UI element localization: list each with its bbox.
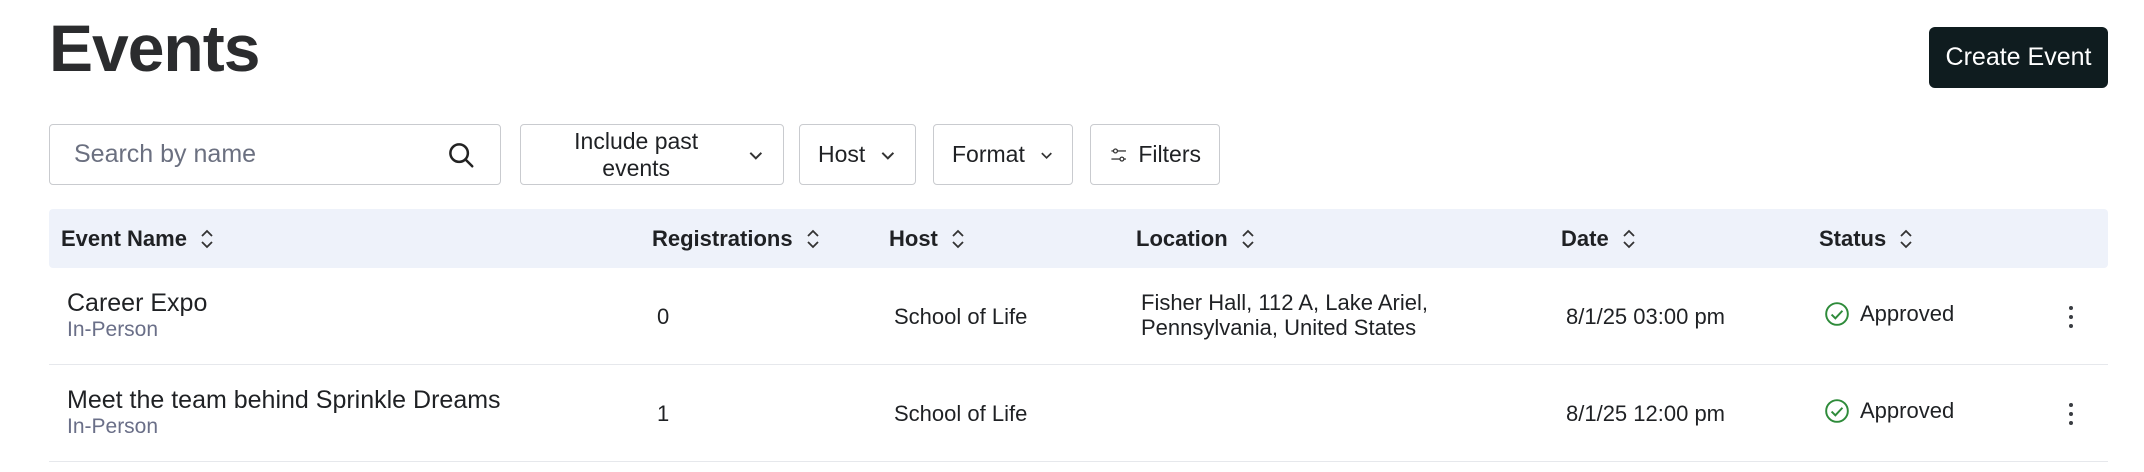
column-label: Registrations	[652, 225, 793, 251]
check-circle-icon	[1825, 399, 1849, 423]
sort-icon	[806, 229, 819, 248]
sort-icon	[201, 229, 213, 248]
location-line-2: Pennsylvania, United States	[1141, 315, 1417, 340]
event-format: In-Person	[67, 415, 159, 438]
column-header-status[interactable]: Status	[1819, 209, 1914, 268]
column-header-date[interactable]: Date	[1561, 209, 1637, 268]
table-row[interactable]: Career Expo In-Person 0 School of Life F…	[49, 268, 2108, 365]
more-actions-icon[interactable]	[2061, 399, 2081, 429]
sort-icon	[952, 229, 964, 248]
sort-icon	[1623, 229, 1635, 248]
host-filter-label: Host	[818, 141, 866, 167]
more-actions-icon[interactable]	[2061, 302, 2081, 332]
column-label: Status	[1819, 225, 1887, 251]
column-label: Date	[1561, 225, 1609, 251]
search-box	[49, 124, 501, 185]
chevron-down-icon	[881, 151, 895, 160]
sort-icon	[1242, 229, 1254, 248]
status-label: Approved	[1860, 398, 1955, 423]
page-title: Events	[49, 11, 260, 85]
location-cell: Fisher Hall, 112 A, Lake Ariel, Pennsylv…	[1141, 290, 1428, 340]
registrations-cell: 0	[657, 304, 670, 329]
host-cell: School of Life	[894, 304, 1028, 329]
create-event-button[interactable]: Create Event	[1929, 27, 2108, 88]
status-label: Approved	[1860, 301, 1955, 326]
check-circle-icon	[1825, 302, 1849, 326]
search-icon[interactable]	[446, 140, 476, 170]
column-header-event-name[interactable]: Event Name	[61, 209, 215, 268]
format-dropdown[interactable]: Format	[933, 124, 1073, 185]
include-past-events-dropdown[interactable]: Include past events	[520, 124, 784, 185]
chevron-down-icon	[749, 151, 763, 160]
column-header-host[interactable]: Host	[889, 209, 966, 268]
event-format: In-Person	[67, 318, 159, 341]
event-name[interactable]: Career Expo	[67, 289, 207, 318]
search-input[interactable]	[74, 140, 438, 169]
sliders-icon	[1111, 147, 1126, 162]
column-label: Location	[1136, 225, 1228, 251]
format-filter-label: Format	[952, 141, 1025, 167]
include-past-events-label: Include past events	[574, 127, 699, 181]
chevron-down-icon	[1041, 152, 1052, 159]
event-name[interactable]: Meet the team behind Sprinkle Dreams	[67, 386, 501, 415]
column-header-location[interactable]: Location	[1136, 209, 1256, 268]
table-row[interactable]: Meet the team behind Sprinkle Dreams In-…	[49, 365, 2108, 462]
column-label: Host	[889, 225, 938, 251]
registrations-cell: 1	[657, 401, 670, 426]
filters-button[interactable]: Filters	[1090, 124, 1220, 185]
status-badge: Approved	[1824, 301, 1954, 327]
sort-icon	[1900, 229, 1912, 248]
event-name-cell: Career Expo In-Person	[67, 289, 207, 342]
location-line-1: Fisher Hall, 112 A, Lake Ariel,	[1141, 290, 1428, 315]
table-header: Event Name Registrations Host Location D…	[49, 209, 2108, 268]
host-cell: School of Life	[894, 401, 1028, 426]
date-cell: 8/1/25 03:00 pm	[1566, 304, 1726, 329]
event-name-cell: Meet the team behind Sprinkle Dreams In-…	[67, 386, 501, 439]
host-dropdown[interactable]: Host	[799, 124, 916, 185]
column-header-registrations[interactable]: Registrations	[652, 209, 821, 268]
column-label: Event Name	[61, 225, 187, 251]
filters-label: Filters	[1138, 141, 1201, 167]
status-badge: Approved	[1824, 398, 1954, 424]
date-cell: 8/1/25 12:00 pm	[1566, 401, 1726, 426]
